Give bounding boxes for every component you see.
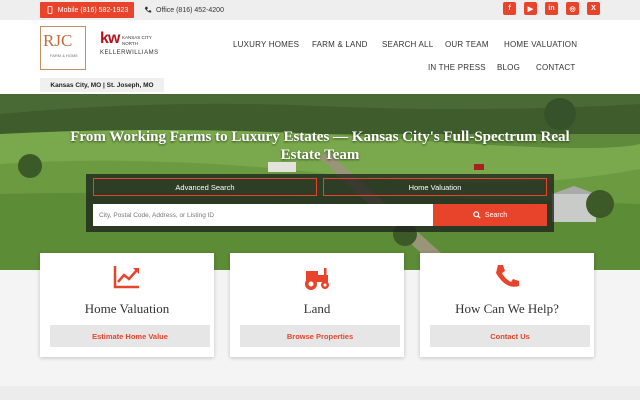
nav-our-team[interactable]: OUR TEAM [445, 40, 489, 49]
nav-home-valuation[interactable]: HOME VALUATION [504, 40, 577, 49]
location-tag: Kansas City, MO | St. Joseph, MO [40, 78, 164, 92]
tab-home-valuation[interactable]: Home Valuation [323, 178, 547, 196]
rjc-logo-sub: FARM & HOME [49, 53, 78, 58]
contact-us-button[interactable]: Contact Us [430, 325, 590, 347]
linkedin-icon[interactable]: in [545, 2, 558, 15]
youtube-icon[interactable]: ▶ [524, 2, 537, 15]
instagram-icon[interactable]: ◎ [566, 2, 579, 15]
social-links: f ▶ in ◎ X [503, 2, 600, 15]
browse-properties-button[interactable]: Browse Properties [240, 325, 400, 347]
kw-logo-name: KELLERWILLIAMS [100, 50, 159, 56]
nav-luxury-homes[interactable]: LUXURY HOMES [233, 40, 299, 49]
search-panel: Advanced Search Home Valuation City, Pos… [86, 174, 554, 232]
site-header: RJC FARM & HOME kw KANSAS CITY NORTH KEL… [0, 20, 640, 94]
search-button-label: Search [484, 211, 508, 219]
hero-section: From Working Farms to Luxury Estates — K… [0, 94, 640, 270]
top-bar: Mobile (816) 582-1923 Office (816) 452-4… [0, 0, 640, 20]
kw-logo: kw KANSAS CITY NORTH KELLERWILLIAMS [100, 30, 166, 70]
tractor-icon [305, 268, 329, 290]
nav-contact[interactable]: CONTACT [536, 63, 575, 72]
nav-farm-land[interactable]: FARM & LAND [312, 40, 368, 49]
chart-up-icon [113, 266, 139, 289]
nav-in-the-press[interactable]: IN THE PRESS [428, 63, 486, 72]
rjc-logo: RJC FARM & HOME [40, 26, 86, 70]
bottom-section [0, 386, 640, 400]
logo[interactable]: RJC FARM & HOME kw KANSAS CITY NORTH KEL… [40, 24, 168, 92]
kw-logo-city: KANSAS CITY NORTH [122, 35, 152, 46]
rjc-logo-text: RJC [43, 31, 73, 50]
nav-search-all[interactable]: SEARCH ALL [382, 40, 433, 49]
mobile-phone-button[interactable]: Mobile (816) 582-1923 [40, 2, 134, 18]
card-home-valuation: Home Valuation Estimate Home Value [40, 253, 214, 357]
mobile-label: Mobile (816) 582-1923 [57, 6, 129, 14]
card-how-can-we-help: How Can We Help? Contact Us [420, 253, 594, 357]
phone-icon [144, 6, 152, 13]
office-label: Office (816) 452-4200 [156, 6, 224, 14]
search-input[interactable]: City, Postal Code, Address, or Listing I… [93, 204, 433, 226]
tab-advanced-search[interactable]: Advanced Search [93, 178, 317, 196]
estimate-home-value-button[interactable]: Estimate Home Value [50, 325, 210, 347]
hero-title: From Working Farms to Luxury Estates — K… [70, 129, 570, 163]
search-button[interactable]: Search [433, 204, 547, 226]
x-icon[interactable]: X [587, 2, 600, 15]
card-title: How Can We Help? [455, 301, 559, 316]
mobile-icon [47, 6, 53, 14]
card-title: Land [303, 301, 331, 316]
search-icon [473, 211, 481, 219]
office-phone-link[interactable]: Office (816) 452-4200 [144, 4, 224, 16]
kw-logo-mark: kw [100, 30, 120, 47]
nav-blog[interactable]: BLOG [497, 63, 520, 72]
card-land: Land Browse Properties [230, 253, 404, 357]
card-title: Home Valuation [84, 301, 170, 316]
phone-icon [496, 265, 519, 287]
facebook-icon[interactable]: f [503, 2, 516, 15]
